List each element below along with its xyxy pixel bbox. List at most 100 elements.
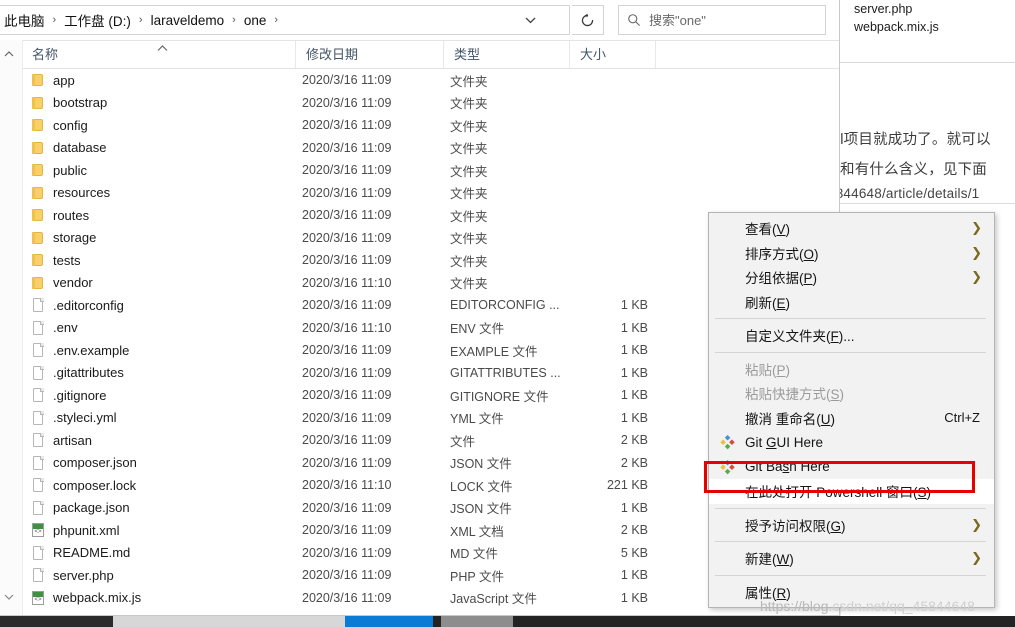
folder-icon xyxy=(30,230,46,246)
file-date-cell: 2020/3/16 11:10 xyxy=(302,275,392,290)
background-file-links: server.php webpack.mix.js xyxy=(838,0,1015,36)
menu-separator xyxy=(715,507,986,509)
menu-item-paste-shortcut: 粘贴快捷方式(S) xyxy=(709,381,994,406)
folder-icon xyxy=(30,252,46,268)
file-list-row[interactable]: resources 2020/3/16 11:09 文件夹 xyxy=(0,182,839,205)
taskbar-item[interactable] xyxy=(441,616,513,627)
file-list-row[interactable]: config 2020/3/16 11:09 文件夹 xyxy=(0,114,839,137)
accelerator-key: F xyxy=(830,329,839,345)
menu-item-grant-access[interactable]: 授予访问权限(G) ❯ xyxy=(709,513,994,538)
search-input[interactable] xyxy=(649,12,814,28)
folder-icon xyxy=(30,117,46,133)
breadcrumb-separator: › xyxy=(232,14,236,26)
file-name-label: phpunit.xml xyxy=(53,522,120,538)
menu-item-label: 刷新(E) xyxy=(745,295,791,311)
file-date-cell: 2020/3/16 11:09 xyxy=(302,140,392,155)
menu-item-sort-by[interactable]: 排序方式(O) ❯ xyxy=(709,241,994,266)
taskbar-item[interactable] xyxy=(113,616,345,627)
menu-item-git-gui-here[interactable]: Git GUI Here xyxy=(709,430,994,455)
column-header-type[interactable]: 类型 xyxy=(444,41,570,68)
file-list-row[interactable]: database 2020/3/16 11:09 文件夹 xyxy=(0,137,839,160)
file-type-cell: 文件夹 xyxy=(450,142,488,157)
document-icon xyxy=(30,387,46,403)
file-name-label: .editorconfig xyxy=(53,297,124,313)
folder-icon xyxy=(30,185,46,201)
menu-item-git-bash-here[interactable]: Git Bash Here xyxy=(709,455,994,480)
column-header-size[interactable]: 大小 xyxy=(570,41,656,68)
file-name-cell: <> phpunit.xml xyxy=(30,522,119,538)
file-date-cell: 2020/3/16 11:10 xyxy=(302,320,392,335)
document-icon xyxy=(30,477,46,493)
git-icon xyxy=(720,459,735,475)
menu-item-new[interactable]: 新建(W) ❯ xyxy=(709,546,994,571)
column-header-date-modified[interactable]: 修改日期 xyxy=(296,41,444,68)
document-icon xyxy=(30,432,46,448)
file-type-cell: 文件夹 xyxy=(450,209,488,224)
file-size-cell: 1 KB xyxy=(620,388,648,403)
file-type-cell: 文件 xyxy=(450,434,476,449)
taskbar[interactable] xyxy=(0,616,1015,627)
submenu-arrow-icon: ❯ xyxy=(971,244,982,260)
file-type-cell: EXAMPLE 文件 xyxy=(450,344,538,359)
chevron-up-icon[interactable] xyxy=(4,48,14,60)
file-name-cell: <> webpack.mix.js xyxy=(30,590,141,606)
file-name-cell: app xyxy=(30,72,75,88)
breadcrumb-item-laraveldemo[interactable]: laraveldemo xyxy=(148,13,228,28)
menu-separator xyxy=(715,574,986,576)
breadcrumb-item-drive[interactable]: 工作盘 (D:) xyxy=(61,10,134,30)
file-name-cell: composer.json xyxy=(30,455,137,471)
taskbar-start-region[interactable] xyxy=(0,616,113,627)
menu-item-open-powershell-window[interactable]: 在此处打开 Powershell 窗口(S) xyxy=(709,479,994,504)
file-date-cell: 2020/3/16 11:09 xyxy=(302,410,392,425)
file-name-label: bootstrap xyxy=(53,95,108,111)
file-name-cell: vendor xyxy=(30,275,93,291)
breadcrumb-item-this-pc[interactable]: 此电脑 xyxy=(1,10,48,30)
document-icon xyxy=(30,320,46,336)
file-name-label: artisan xyxy=(53,432,93,448)
chevron-down-icon[interactable] xyxy=(517,6,543,34)
search-icon xyxy=(619,13,649,27)
folder-icon xyxy=(30,140,46,156)
watermark: https://blog.csdn.net/qq_45844648 xyxy=(760,598,975,614)
menu-item-refresh[interactable]: 刷新(E) xyxy=(709,290,994,315)
file-type-cell: GITATTRIBUTES ... xyxy=(450,365,561,380)
document-icon xyxy=(30,455,46,471)
breadcrumb-item-one[interactable]: one xyxy=(241,13,270,28)
file-date-cell: 2020/3/16 11:09 xyxy=(302,163,392,178)
file-list-row[interactable]: bootstrap 2020/3/16 11:09 文件夹 xyxy=(0,92,839,115)
menu-item-group-by[interactable]: 分组依据(P) ❯ xyxy=(709,265,994,290)
file-date-cell: 2020/3/16 11:09 xyxy=(302,185,392,200)
file-type-cell: 文件夹 xyxy=(450,119,488,134)
file-name-cell: database xyxy=(30,140,107,156)
menu-item-view[interactable]: 查看(V) ❯ xyxy=(709,216,994,241)
file-name-cell: .styleci.yml xyxy=(30,410,117,426)
file-date-cell: 2020/3/16 11:09 xyxy=(302,365,392,380)
search-box[interactable] xyxy=(618,5,826,35)
menu-item-customize-folder[interactable]: 自定义文件夹(F)... xyxy=(709,323,994,348)
file-name-cell: composer.lock xyxy=(30,477,136,493)
chevron-down-icon[interactable] xyxy=(4,591,14,603)
file-list-row[interactable]: public 2020/3/16 11:09 文件夹 xyxy=(0,159,839,182)
file-date-cell: 2020/3/16 11:09 xyxy=(302,253,392,268)
taskbar-item-active[interactable] xyxy=(345,616,433,627)
git-icon xyxy=(720,434,735,450)
file-date-cell: 2020/3/16 11:09 xyxy=(302,95,392,110)
menu-separator xyxy=(715,318,986,319)
refresh-icon xyxy=(580,13,595,28)
navigation-pane[interactable] xyxy=(0,40,23,615)
breadcrumb[interactable]: 此电脑 › 工作盘 (D:) › laraveldemo › one › xyxy=(0,5,570,35)
file-name-label: database xyxy=(53,140,107,156)
refresh-button[interactable] xyxy=(572,5,604,35)
file-name-label: routes xyxy=(53,207,90,223)
menu-item-label: 查看(V) xyxy=(745,222,791,238)
menu-item-undo-rename[interactable]: 撤消 重命名(U) Ctrl+Z xyxy=(709,406,994,431)
file-type-cell: GITIGNORE 文件 xyxy=(450,389,549,404)
menu-item-label: 分组依据(P) xyxy=(745,271,818,287)
file-name-cell: storage xyxy=(30,230,96,246)
file-name-label: app xyxy=(53,72,75,88)
file-type-cell: 文件夹 xyxy=(450,254,488,269)
submenu-arrow-icon: ❯ xyxy=(971,220,982,236)
context-menu[interactable]: 查看(V) ❯ 排序方式(O) ❯ 分组依据(P) ❯ 刷新(E) 自定义文件夹(F)... 粘… xyxy=(708,212,995,608)
background-paragraph-line: 和有什么含义，见下面 xyxy=(840,162,987,178)
file-list-row[interactable]: app 2020/3/16 11:09 文件夹 xyxy=(0,69,839,92)
